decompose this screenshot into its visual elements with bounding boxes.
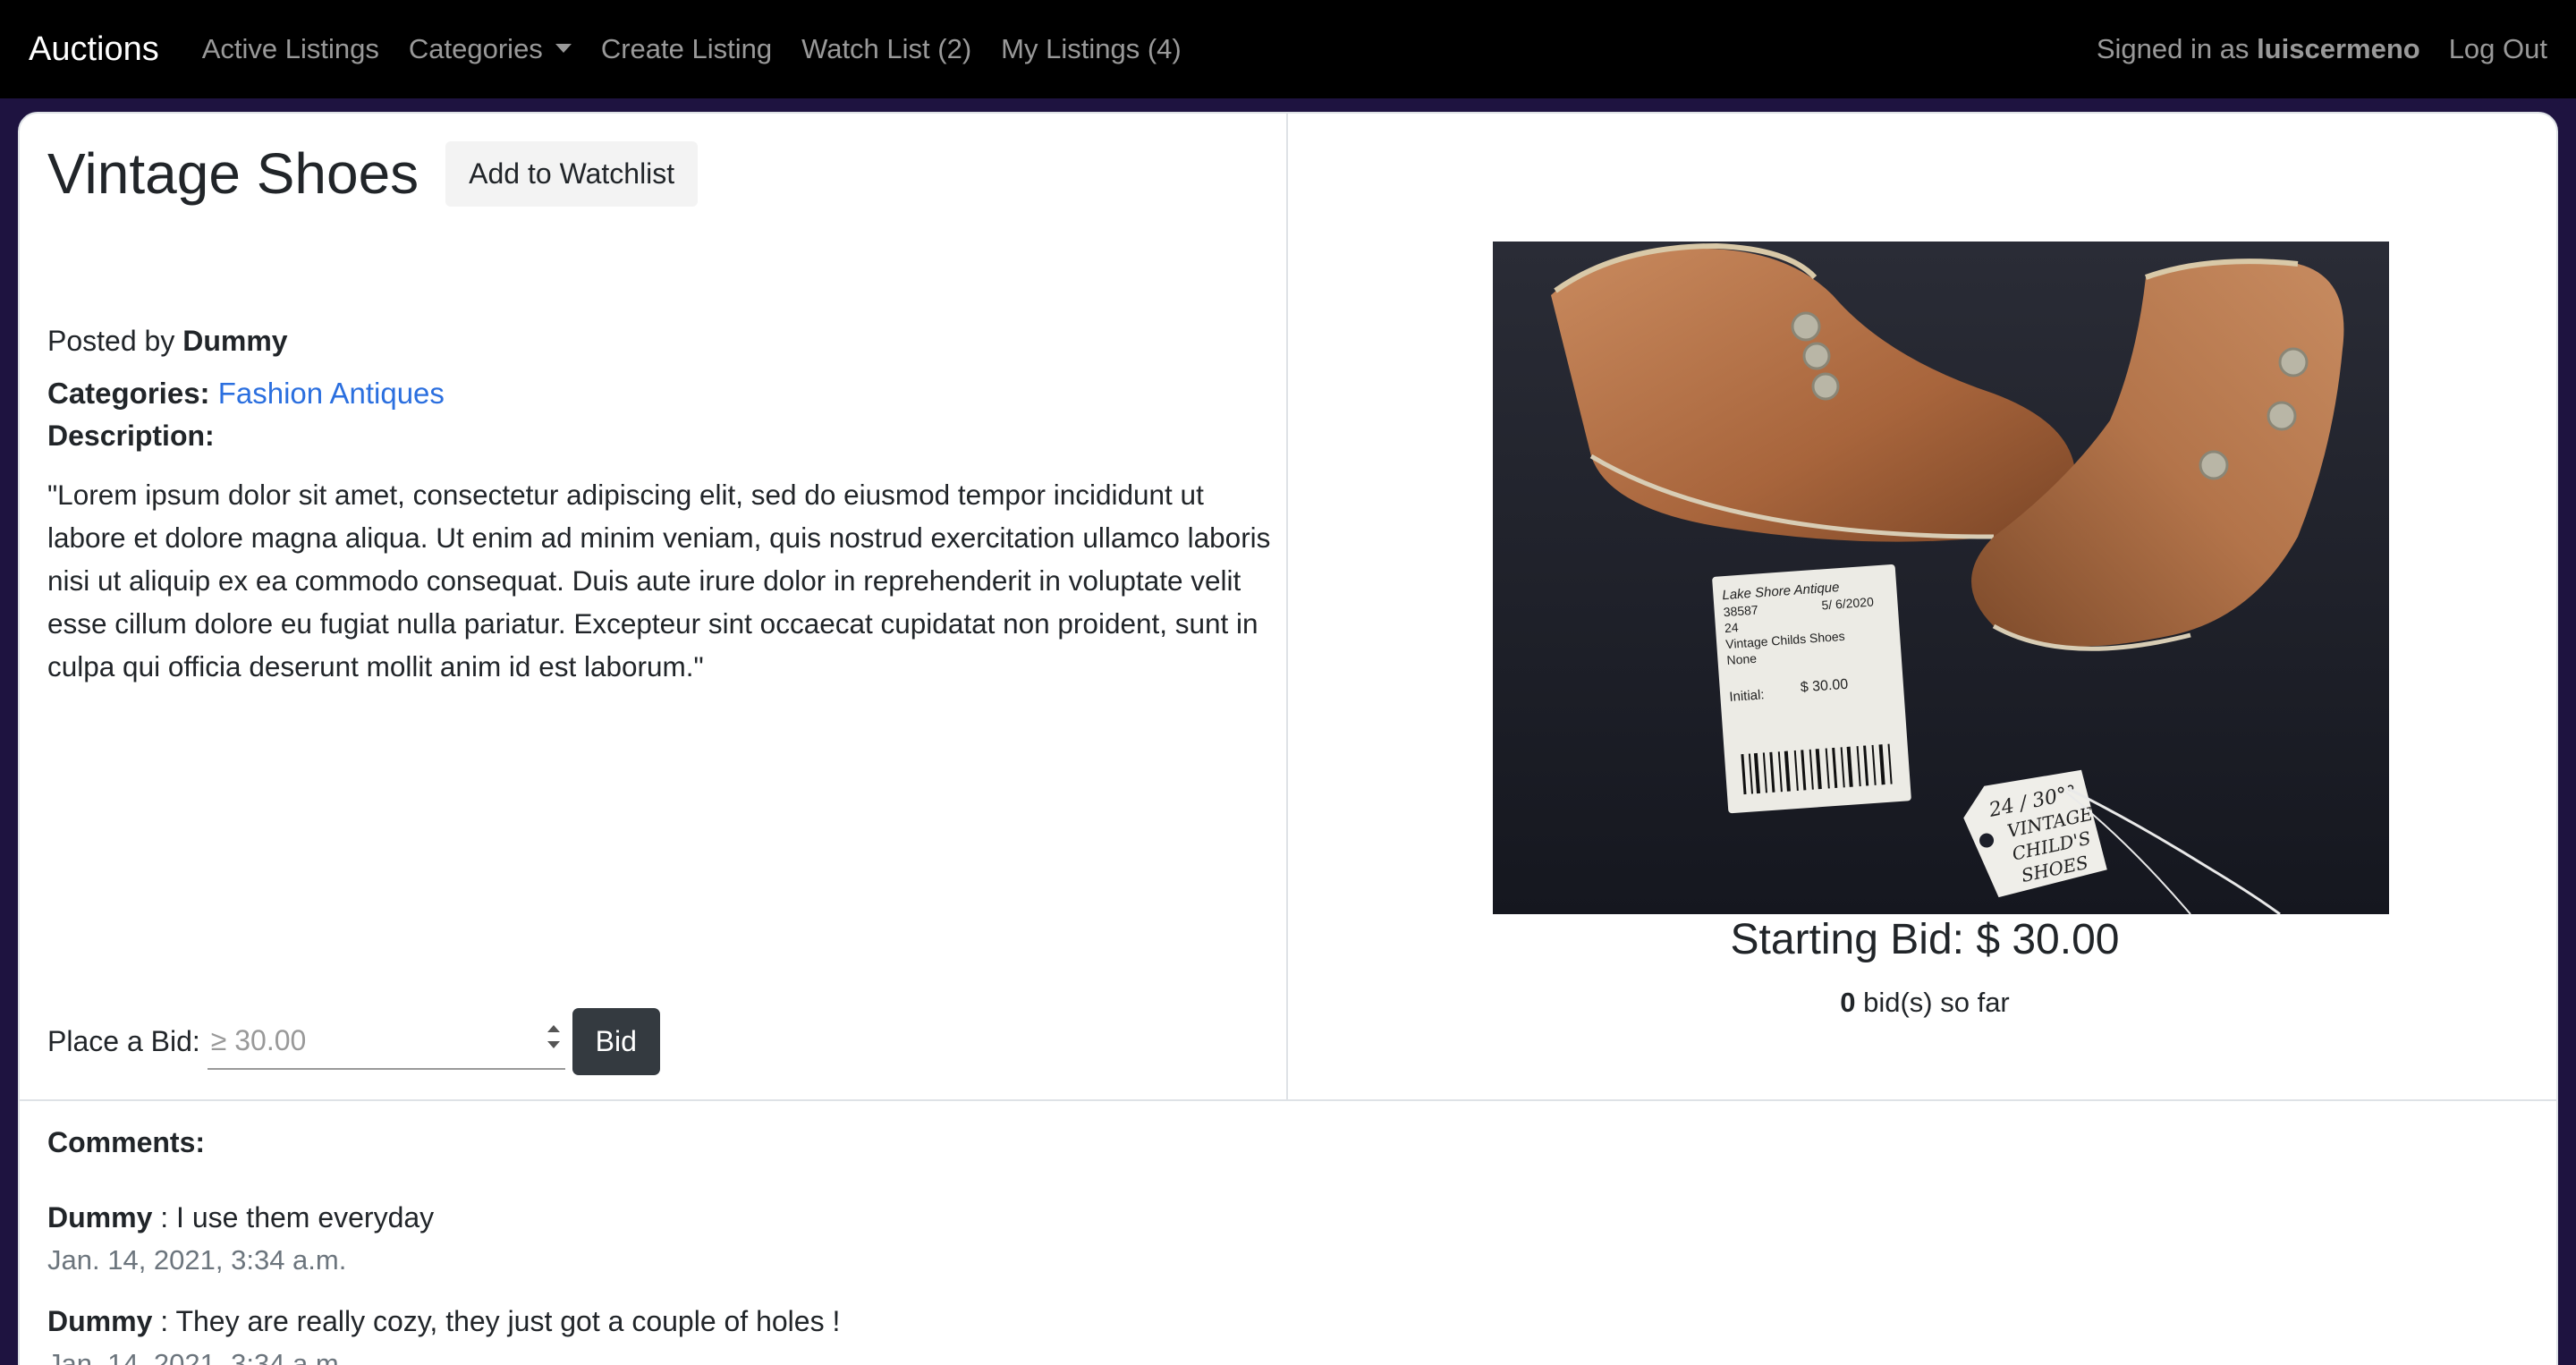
- logout-link[interactable]: Log Out: [2449, 33, 2547, 65]
- nav-my-listings[interactable]: My Listings (4): [1001, 33, 1182, 65]
- nav-categories-dropdown[interactable]: Categories: [409, 33, 572, 65]
- description-text: "Lorem ipsum dolor sit amet, consectetur…: [47, 479, 1271, 682]
- top-navbar: Auctions Active Listings Categories Crea…: [0, 0, 2576, 98]
- tag-code: 38587: [1723, 602, 1758, 619]
- bid-amount-input[interactable]: [207, 1013, 565, 1068]
- comment-text: : They are really cozy, they just got a …: [152, 1305, 841, 1337]
- starting-bid: Starting Bid: $ 30.00: [1730, 916, 2120, 963]
- nav-user-area: Signed in as luiscermeno Log Out: [2097, 33, 2547, 65]
- bid-count-text: 0 bid(s) so far: [1290, 987, 2556, 1019]
- brand-link[interactable]: Auctions: [29, 30, 159, 69]
- author-name: Dummy: [182, 325, 288, 357]
- categories-row: Categories: Fashion Antiques: [47, 377, 445, 411]
- shoe-button: [1791, 311, 1821, 342]
- spinner-down-icon[interactable]: [547, 1040, 560, 1048]
- comment-text: : I use them everyday: [152, 1201, 435, 1234]
- title-row: Vintage Shoes Add to Watchlist: [47, 140, 699, 207]
- comment-item: Dummy : They are really cozy, they just …: [47, 1305, 840, 1338]
- categories-label: Categories:: [47, 377, 210, 410]
- category-link[interactable]: Fashion Antiques: [218, 377, 445, 410]
- nav-watch-list[interactable]: Watch List (2): [801, 33, 971, 65]
- comment-item: Dummy : I use them everyday: [47, 1201, 434, 1234]
- comment-author: Dummy: [47, 1305, 153, 1337]
- comment-date: Jan. 14, 2021, 3:34 a.m.: [47, 1348, 347, 1365]
- listing-image-panel: Lake Shore Antique 38587 5/ 6/2020 24 Vi…: [1290, 114, 2556, 1099]
- posted-by: Posted by Dummy: [47, 325, 288, 358]
- listing-image: Lake Shore Antique 38587 5/ 6/2020 24 Vi…: [1493, 242, 2389, 914]
- number-spinner[interactable]: [547, 1024, 560, 1057]
- signed-in-prefix: Signed in as: [2096, 33, 2250, 64]
- bid-label: Place a Bid:: [47, 1025, 200, 1057]
- bid-count: 0: [1840, 987, 1856, 1018]
- tag-initial-label: Initial:: [1729, 687, 1765, 705]
- add-to-watchlist-button[interactable]: Add to Watchlist: [445, 140, 699, 207]
- bid-form: Place a Bid: Bid: [47, 1008, 660, 1075]
- tag-note: None: [1726, 651, 1758, 667]
- comments-label: Comments:: [47, 1126, 206, 1158]
- chevron-down-icon: [555, 44, 572, 53]
- listing-details-panel: Vintage Shoes Add to Watchlist Posted by…: [20, 114, 1288, 1099]
- listing-card: Vintage Shoes Add to Watchlist Posted by…: [18, 112, 2558, 1365]
- listing-title: Vintage Shoes: [47, 141, 419, 206]
- bid-button[interactable]: Bid: [572, 1008, 660, 1075]
- posted-by-prefix: Posted by: [47, 325, 175, 357]
- username: luiscermeno: [2257, 33, 2420, 64]
- nav-categories-label: Categories: [408, 33, 543, 64]
- bid-count-suffix: bid(s) so far: [1863, 987, 2010, 1018]
- nav-create-listing[interactable]: Create Listing: [601, 33, 772, 65]
- bid-input-wrapper: [207, 1013, 565, 1070]
- nav-active-listings[interactable]: Active Listings: [202, 33, 379, 65]
- shoes-photo: Lake Shore Antique 38587 5/ 6/2020 24 Vi…: [1493, 242, 2389, 914]
- comment-date: Jan. 14, 2021, 3:34 a.m.: [47, 1244, 347, 1276]
- tag-lot: 24: [1724, 620, 1739, 635]
- comments-section: Comments: Dummy : I use them everyday Ja…: [20, 1099, 2556, 1365]
- signed-in-text: Signed in as luiscermeno: [2097, 33, 2420, 65]
- spinner-up-icon[interactable]: [547, 1024, 560, 1032]
- comment-author: Dummy: [47, 1201, 153, 1234]
- description-label: Description:: [47, 420, 215, 452]
